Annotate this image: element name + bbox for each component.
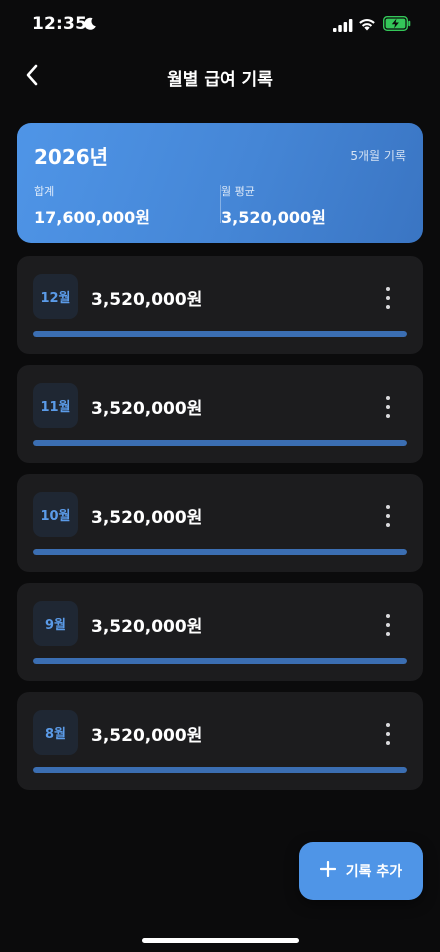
home-indicator[interactable] (142, 938, 299, 943)
average-label: 월 평균 (221, 185, 255, 198)
progress-bar (33, 658, 407, 664)
progress-fill (33, 767, 407, 773)
more-options-icon[interactable] (383, 723, 393, 745)
month-amount: 3,520,000원 (91, 508, 203, 528)
progress-bar (33, 767, 407, 773)
more-options-icon[interactable] (383, 614, 393, 636)
month-card-october[interactable]: 10월 3,520,000원 (17, 474, 423, 572)
add-record-label: 기록 추가 (345, 864, 403, 880)
month-badge: 9월 (33, 601, 78, 646)
month-card-september[interactable]: 9월 3,520,000원 (17, 583, 423, 681)
progress-bar (33, 440, 407, 446)
more-options-icon[interactable] (383, 396, 393, 418)
more-options-icon[interactable] (383, 287, 393, 309)
page-title: 월별 급여 기록 (167, 70, 273, 90)
status-bar: 12:35 (0, 0, 440, 50)
total-value: 17,600,000원 (34, 208, 150, 227)
battery-charging-icon (382, 15, 411, 35)
progress-fill (33, 658, 407, 664)
progress-fill (33, 549, 407, 555)
month-amount: 3,520,000원 (91, 290, 203, 310)
average-value: 3,520,000원 (221, 208, 326, 227)
month-card-november[interactable]: 11월 3,520,000원 (17, 365, 423, 463)
moon-icon (83, 16, 97, 35)
progress-fill (33, 440, 407, 446)
nav-bar: 월별 급여 기록 (0, 56, 440, 96)
month-badge: 11월 (33, 383, 78, 428)
month-badge: 8월 (33, 710, 78, 755)
more-options-icon[interactable] (383, 505, 393, 527)
month-badge: 10월 (33, 492, 78, 537)
month-badge: 12월 (33, 274, 78, 319)
progress-bar (33, 549, 407, 555)
month-amount: 3,520,000원 (91, 399, 203, 419)
month-card-august[interactable]: 8월 3,520,000원 (17, 692, 423, 790)
month-amount: 3,520,000원 (91, 726, 203, 746)
month-card-december[interactable]: 12월 3,520,000원 (17, 256, 423, 354)
add-record-button[interactable]: 기록 추가 (299, 842, 423, 900)
status-time: 12:35 (32, 14, 88, 34)
month-amount: 3,520,000원 (91, 617, 203, 637)
summary-card: 2026년 5개월 기록 합계 17,600,000원 월 평균 3,520,0… (17, 123, 423, 243)
signal-icon (333, 17, 353, 36)
total-label: 합계 (34, 185, 55, 198)
progress-bar (33, 331, 407, 337)
progress-fill (33, 331, 407, 337)
summary-year: 2026년 (34, 145, 109, 169)
summary-record-count: 5개월 기록 (350, 149, 406, 163)
wifi-icon (358, 16, 376, 35)
plus-icon (319, 860, 336, 881)
